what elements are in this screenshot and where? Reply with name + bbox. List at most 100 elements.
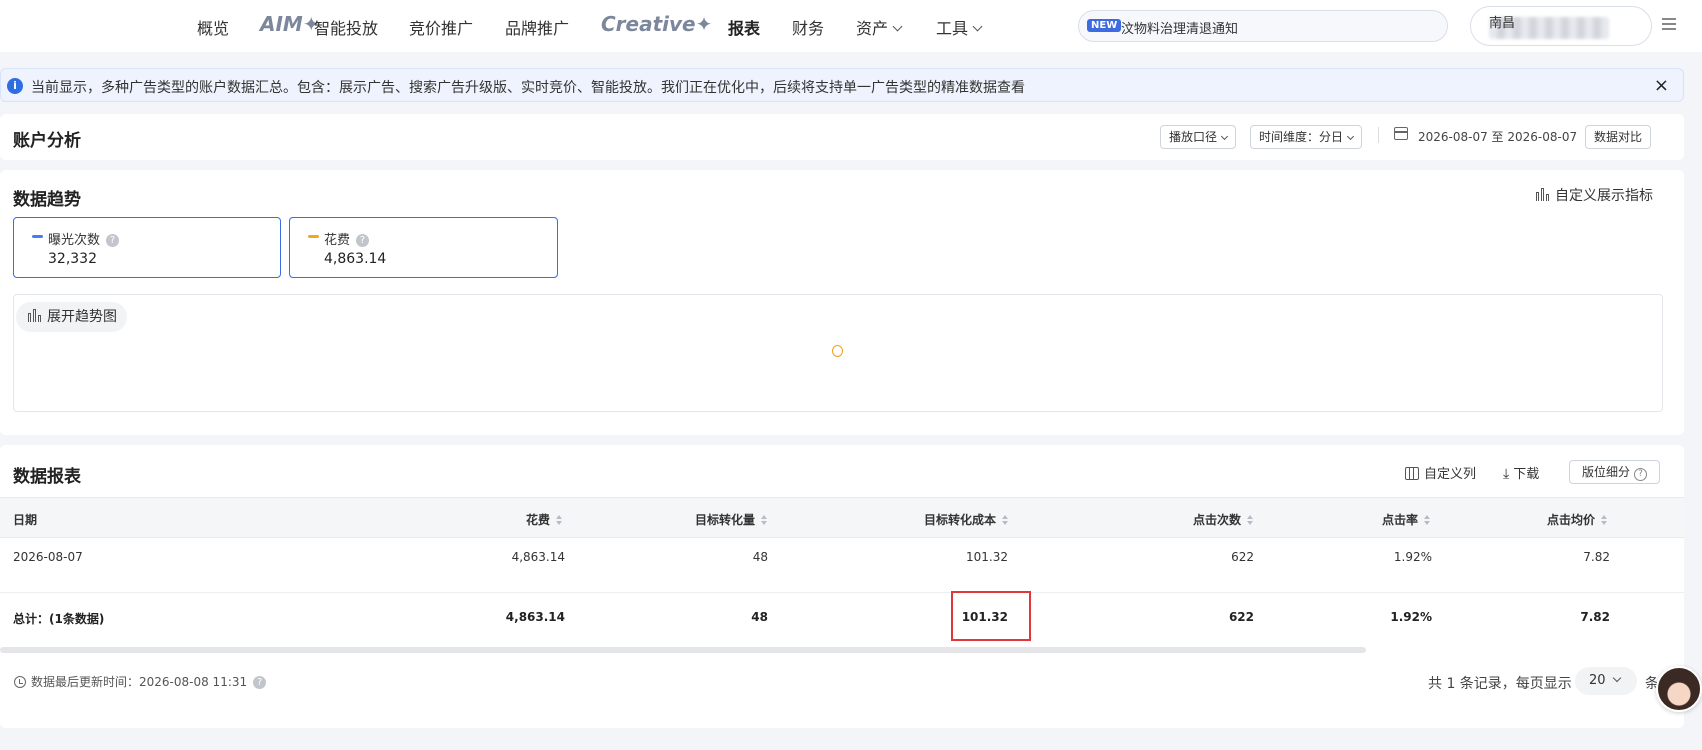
expand-trend-label: 展开趋势图 (47, 309, 117, 325)
nav-brand-promotion[interactable]: 品牌推广 (505, 15, 569, 39)
sort-icon (1424, 515, 1431, 525)
account-switcher[interactable]: 南昌 (1470, 6, 1652, 46)
col-header-date: 日期 (13, 513, 38, 527)
col-header-target-cost[interactable]: 目标转化成本 (924, 511, 1009, 528)
close-icon[interactable]: × (1654, 75, 1669, 96)
col-header-clicks[interactable]: 点击次数 (1193, 511, 1254, 528)
sort-icon (1601, 515, 1608, 525)
new-badge: NEW (1087, 19, 1122, 32)
cell-spend: 4,863.14 (511, 550, 565, 564)
chevron-down-icon (1612, 673, 1621, 683)
custom-metrics-label: 自定义展示指标 (1555, 188, 1653, 204)
cell-avg-cpc: 7.82 (1583, 550, 1610, 564)
nav-finance[interactable]: 财务 (792, 15, 824, 39)
pagination-summary: 共 1 条记录，每页显示 (1428, 676, 1572, 692)
download-icon: ⤓ (1503, 466, 1510, 482)
menu-icon[interactable] (1662, 18, 1676, 32)
table-total-row: 总计：(1条数据) 4,863.14 48 101.32 622 1.92% 7… (0, 593, 1684, 645)
date-range-picker[interactable]: 2026-08-07 至 2026-08-07 (1418, 128, 1577, 145)
help-icon[interactable]: ? (253, 676, 267, 689)
cell-date: 2026-08-07 (13, 550, 83, 564)
sort-icon (1002, 515, 1009, 525)
placement-breakdown-button[interactable]: 版位细分? (1569, 460, 1661, 484)
nav-tools[interactable]: 工具 (936, 15, 983, 39)
total-clicks: 622 (1228, 610, 1254, 624)
bar-chart-icon (1536, 188, 1550, 201)
nav-overview[interactable]: 概览 (197, 15, 229, 39)
last-updated: 数据最后更新时间：2026-08-08 11:31? (14, 673, 267, 690)
cell-target-conversions: 48 (752, 550, 768, 564)
series-color-marker (32, 235, 43, 238)
cell-target-cost: 101.32 (966, 550, 1008, 564)
divider (1378, 127, 1379, 143)
help-icon[interactable]: ? (356, 234, 370, 247)
help-icon: ? (1634, 468, 1648, 481)
last-updated-text: 数据最后更新时间：2026-08-08 11:31 (31, 675, 248, 689)
info-icon: i (7, 78, 23, 94)
custom-metrics-button[interactable]: 自定义展示指标 (1536, 185, 1653, 205)
col-header-avg-cpc[interactable]: 点击均价 (1547, 511, 1608, 528)
nav-assets[interactable]: 资产 (856, 15, 903, 39)
nav-smart-delivery[interactable]: 智能投放 (314, 15, 378, 39)
caliber-dropdown[interactable]: 播放口径 (1160, 125, 1237, 149)
col-header-label: 点击率 (1381, 513, 1418, 527)
metric-label-text: 花费 (324, 233, 351, 248)
custom-columns-button[interactable]: 自定义列 (1405, 463, 1476, 482)
total-avg-cpc: 7.82 (1580, 610, 1610, 624)
series-color-marker (308, 235, 319, 238)
col-header-spend[interactable]: 花费 (526, 511, 563, 528)
col-header-label: 点击均价 (1546, 513, 1595, 527)
notice-bar[interactable]: NEW 汶物料治理清退通知 (1078, 10, 1448, 42)
bar-chart-icon (28, 309, 42, 322)
nav-reports[interactable]: 报表 (728, 15, 760, 39)
metric-label-text: 曝光次数 (48, 233, 101, 248)
columns-icon (1405, 467, 1419, 480)
page-size-value: 20 (1589, 673, 1606, 688)
loading-spinner-icon (832, 345, 843, 357)
nav-tools-label: 工具 (936, 19, 969, 38)
highlight-box (951, 591, 1031, 641)
download-button[interactable]: ⤓ 下载 (1503, 463, 1539, 482)
table-header: 日期 花费 目标转化量 目标转化成本 点击次数 点击率 点击均价 (0, 497, 1684, 538)
page-title: 账户分析 (13, 131, 81, 151)
metric-card-spend[interactable]: 花费? 4,863.14 (289, 217, 558, 278)
page-size-select[interactable]: 20 (1575, 667, 1637, 695)
caliber-label: 播放口径 (1169, 130, 1218, 144)
nav-bid-promotion[interactable]: 竞价推广 (409, 15, 473, 39)
help-icon[interactable]: ? (106, 234, 120, 247)
col-header-label: 目标转化成本 (923, 513, 996, 527)
metric-value: 4,863.14 (324, 251, 387, 267)
nav-aim-logo[interactable]: AIM✦ (260, 12, 320, 36)
total-ctr: 1.92% (1390, 610, 1432, 624)
col-header-label: 点击次数 (1192, 513, 1241, 527)
col-header-label: 目标转化量 (694, 513, 755, 527)
nav-assets-label: 资产 (856, 19, 889, 38)
chevron-down-icon (972, 21, 983, 32)
total-label: 总计：(1条数据) (13, 612, 105, 626)
metric-card-impressions[interactable]: 曝光次数? 32,332 (13, 217, 281, 278)
info-banner: i 当前显示，多种广告类型的账户数据汇总。包含：展示广告、搜索广告升级版、实时竞… (0, 68, 1684, 102)
top-nav: 概览 AIM✦ 智能投放 竞价推广 品牌推广 Creative✦ 报表 财务 资… (0, 0, 1702, 52)
chevron-down-icon (892, 21, 903, 32)
download-label: 下载 (1513, 467, 1540, 482)
chevron-down-icon (1220, 132, 1229, 141)
time-dimension-dropdown[interactable]: 时间维度：分日 (1250, 125, 1363, 149)
account-name: 南昌 (1489, 16, 1516, 31)
clock-icon (14, 676, 26, 688)
assistant-avatar[interactable] (1656, 666, 1702, 712)
info-banner-text: 当前显示，多种广告类型的账户数据汇总。包含：展示广告、搜索广告升级版、实时竞价、… (31, 80, 1025, 96)
trend-title: 数据趋势 (13, 190, 81, 210)
custom-columns-label: 自定义列 (1424, 467, 1477, 482)
horizontal-scrollbar[interactable] (0, 647, 1366, 653)
metric-label: 花费? (324, 229, 370, 248)
metric-value: 32,332 (48, 251, 97, 267)
col-header-ctr[interactable]: 点击率 (1382, 511, 1431, 528)
nav-creative-logo[interactable]: Creative✦ (601, 12, 712, 36)
expand-trend-button[interactable]: 展开趋势图 (16, 302, 127, 332)
sort-icon (1247, 515, 1254, 525)
sort-icon (761, 515, 768, 525)
col-header-target-conversions[interactable]: 目标转化量 (695, 511, 768, 528)
data-compare-button[interactable]: 数据对比 (1585, 125, 1652, 149)
metric-label: 曝光次数? (48, 229, 120, 248)
col-header-label: 花费 (525, 513, 550, 527)
